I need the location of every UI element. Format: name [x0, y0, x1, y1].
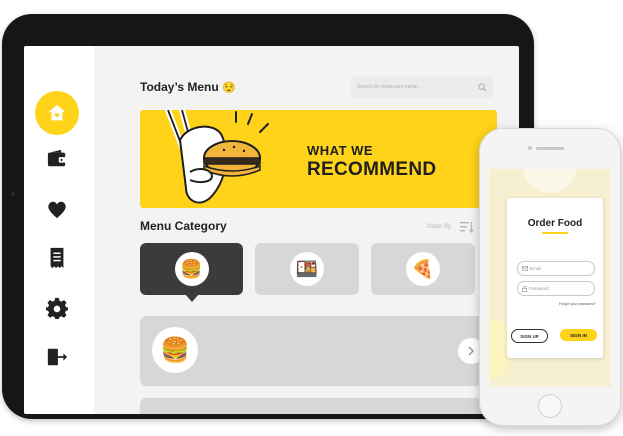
burger-icon: 🍔	[180, 258, 203, 279]
category-card-bento[interactable]: 🍱	[255, 243, 359, 295]
logout-icon	[47, 348, 68, 366]
sidebar-item-home[interactable]	[35, 91, 79, 135]
title-underline	[542, 232, 568, 234]
login-card: Order Food Email Password Forgot your pa…	[507, 198, 603, 358]
wallet-icon	[47, 149, 67, 167]
category-title: Menu Category	[140, 219, 227, 233]
pizza-icon: 🍕	[411, 258, 435, 279]
home-icon	[48, 104, 66, 121]
password-field[interactable]: Password	[517, 281, 595, 296]
decor-circle	[523, 169, 577, 193]
tablet-device: Today’s Menu 😌 Search by restaurant name…	[2, 14, 534, 419]
bento-box-icon: 🍱	[295, 258, 319, 279]
search-input[interactable]: Search by restaurant name...	[357, 84, 478, 90]
gear-icon	[46, 297, 68, 319]
chevron-right-icon	[468, 346, 475, 356]
phone-device: Order Food Email Password Forgot your pa…	[479, 128, 621, 426]
tablet-camera	[11, 192, 15, 196]
recommend-banner[interactable]: WHAT WE RECOMMEND	[140, 110, 497, 208]
forgot-password-link[interactable]: Forgot your password?	[559, 302, 596, 306]
mail-icon	[522, 266, 528, 271]
category-card-pizza[interactable]: 🍕	[371, 243, 475, 295]
selected-pointer	[185, 294, 199, 302]
page-title: Today’s Menu 😌	[140, 80, 236, 94]
burger-icon: 🍔	[160, 336, 190, 364]
main-content: Today’s Menu 😌 Search by restaurant name…	[94, 46, 519, 414]
phone-screen: Order Food Email Password Forgot your pa…	[489, 169, 611, 387]
banner-line2: RECOMMEND	[307, 159, 437, 180]
search-bar[interactable]: Search by restaurant name...	[351, 76, 493, 98]
category-card-burger[interactable]: 🍔	[140, 243, 243, 295]
phone-speaker	[536, 147, 564, 150]
email-placeholder: Email	[530, 266, 542, 271]
sort-icon[interactable]	[460, 221, 474, 233]
page-title-text: Today’s Menu	[140, 80, 219, 94]
category-icon-circle: 🍕	[406, 252, 440, 286]
burger-hand-illustration	[165, 110, 269, 204]
home-button[interactable]	[538, 394, 562, 418]
category-icon-circle: 🍔	[174, 252, 209, 286]
sign-up-button[interactable]: SIGN UP	[511, 329, 548, 343]
search-icon[interactable]	[478, 82, 487, 92]
phone-camera	[528, 146, 532, 150]
food-card-partial[interactable]	[140, 398, 497, 414]
featured-food-card[interactable]: 🍔	[140, 316, 497, 386]
sidebar-item-wallet[interactable]	[44, 146, 70, 172]
lock-icon	[522, 285, 527, 292]
sidebar-item-settings[interactable]	[44, 295, 70, 321]
sidebar	[24, 46, 94, 414]
receipt-icon	[50, 247, 64, 269]
tablet-screen: Today’s Menu 😌 Search by restaurant name…	[24, 46, 519, 414]
sign-in-button[interactable]: SIGN IN	[560, 329, 597, 341]
email-field[interactable]: Email	[517, 261, 595, 276]
password-placeholder: Password	[529, 286, 549, 291]
sidebar-item-orders[interactable]	[44, 245, 70, 271]
smile-icon: 😌	[222, 82, 236, 94]
order-by-label[interactable]: Order By	[427, 224, 451, 230]
featured-food-circle: 🍔	[152, 327, 198, 373]
category-icon-circle: 🍱	[290, 252, 324, 286]
banner-line1: WHAT WE	[307, 143, 374, 158]
login-title: Order Food	[527, 218, 583, 229]
heart-icon	[48, 201, 66, 219]
sidebar-item-favorites[interactable]	[44, 196, 70, 222]
sidebar-item-logout[interactable]	[44, 344, 70, 370]
